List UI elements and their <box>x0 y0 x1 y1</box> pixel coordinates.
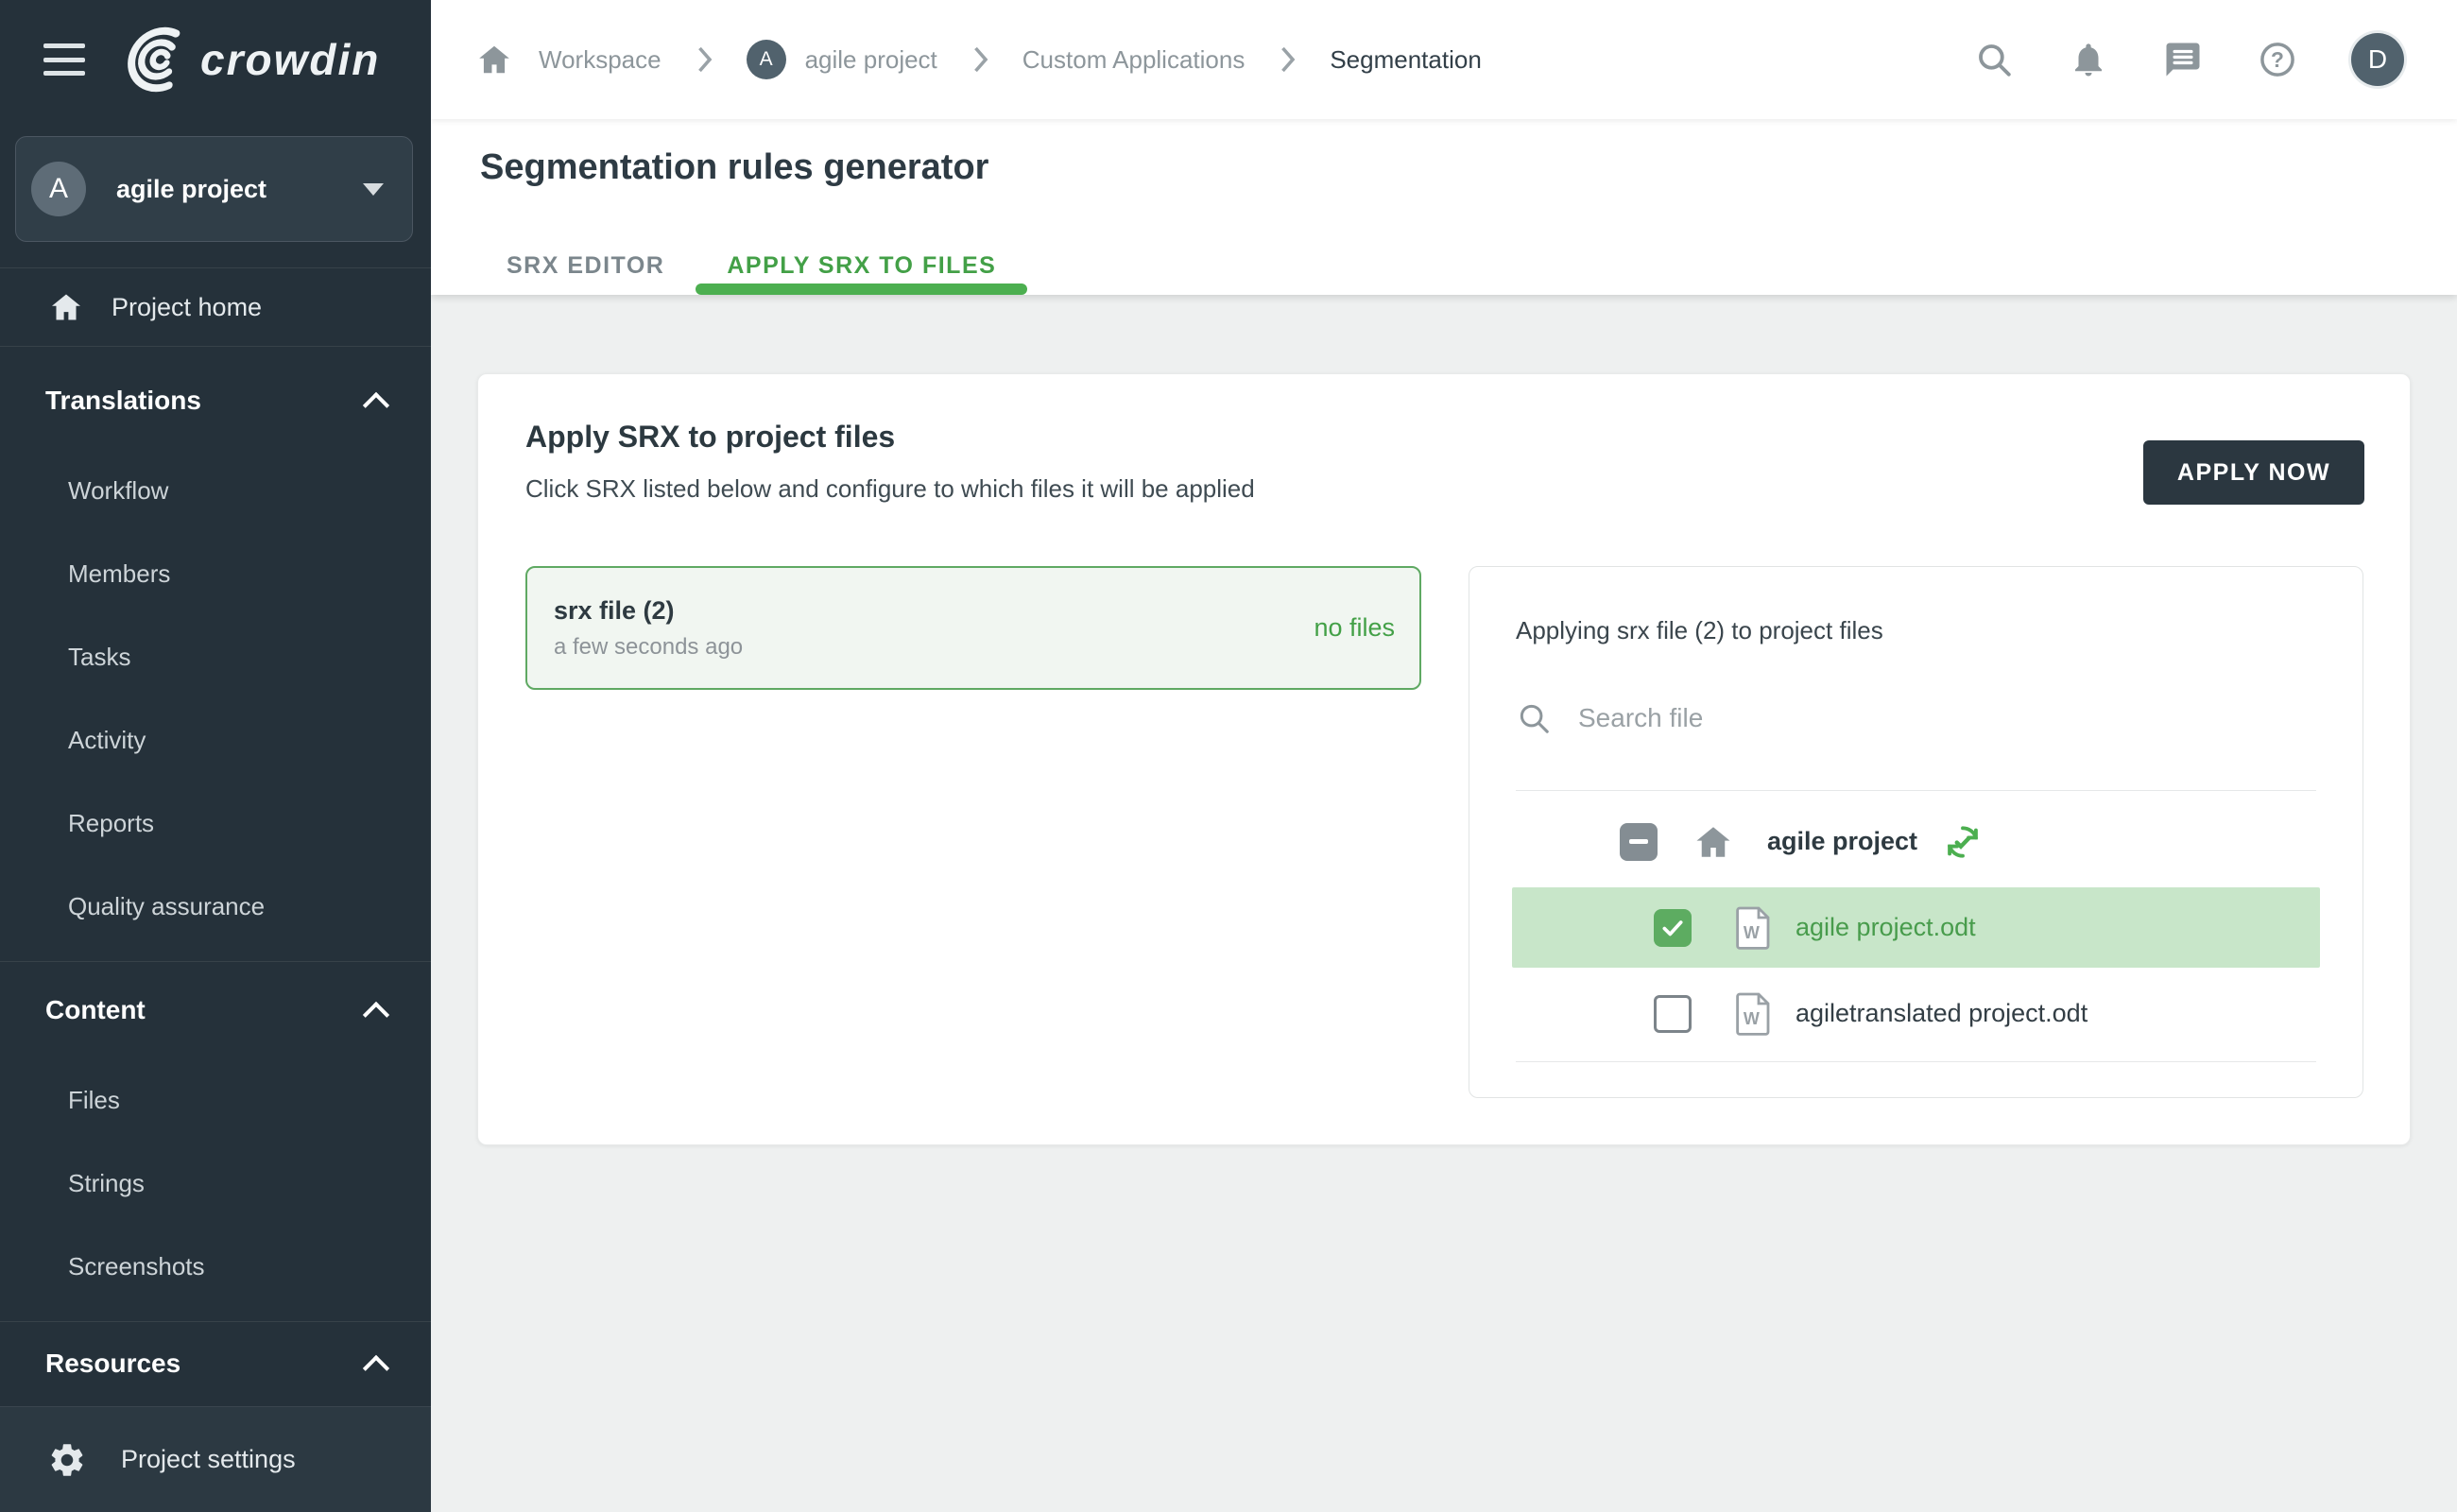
hamburger-menu-icon[interactable] <box>43 43 85 76</box>
section-header-content[interactable]: Content <box>0 981 431 1040</box>
sidebar-item-strings[interactable]: Strings <box>0 1142 431 1225</box>
chevron-up-icon <box>365 1351 389 1376</box>
home-icon[interactable] <box>476 42 512 77</box>
root-folder-name: agile project <box>1767 827 1917 856</box>
breadcrumb: Workspace A agile project Custom Applica… <box>476 40 1973 79</box>
panel-title: Applying srx file (2) to project files <box>1516 616 1883 645</box>
search-icon[interactable] <box>1973 39 2015 80</box>
topbar-actions: ? D <box>1973 33 2404 86</box>
chevron-right-icon <box>970 45 990 74</box>
tree-row-file-selected[interactable]: W agile project.odt <box>1512 887 2320 968</box>
chevron-right-icon <box>694 45 714 74</box>
tree-row-root[interactable]: agile project <box>1469 801 2362 882</box>
divider <box>1516 1061 2316 1062</box>
file-picker-panel: Applying srx file (2) to project files a… <box>1469 566 2363 1098</box>
checkbox-unchecked[interactable] <box>1654 995 1692 1033</box>
sidebar-item-activity[interactable]: Activity <box>0 698 431 782</box>
apply-srx-card: Apply SRX to project files Click SRX lis… <box>477 373 2411 1145</box>
content-area: Apply SRX to project files Click SRX lis… <box>431 295 2457 1512</box>
search-row <box>1516 688 2107 748</box>
sidebar-item-project-home[interactable]: Project home <box>0 267 431 347</box>
tab-srx-editor[interactable]: SRX EDITOR <box>475 236 696 295</box>
sidebar-section-translations: Translations Workflow Members Tasks Acti… <box>0 347 431 962</box>
topbar: Workspace A agile project Custom Applica… <box>431 0 2457 119</box>
home-icon <box>1693 822 1733 862</box>
srx-file-badge: no files <box>1314 613 1395 643</box>
file-name: agiletranslated project.odt <box>1796 999 2088 1028</box>
user-avatar[interactable]: D <box>2351 33 2404 86</box>
sidebar-item-files[interactable]: Files <box>0 1058 431 1142</box>
help-icon[interactable]: ? <box>2257 39 2298 80</box>
srx-file-timestamp: a few seconds ago <box>554 634 1314 661</box>
notifications-bell-icon[interactable] <box>2068 39 2109 80</box>
project-avatar: A <box>31 162 86 216</box>
project-selector[interactable]: A agile project <box>15 136 413 242</box>
sidebar-logo-row: crowdin <box>0 0 431 119</box>
section-header-translations[interactable]: Translations <box>0 371 431 430</box>
messages-icon[interactable] <box>2162 39 2204 80</box>
srx-file-info: srx file (2) a few seconds ago <box>527 596 1314 661</box>
sidebar-item-quality-assurance[interactable]: Quality assurance <box>0 865 431 948</box>
file-name: agile project.odt <box>1796 913 1976 942</box>
sidebar-section-resources: Resources <box>0 1322 431 1390</box>
file-tree: agile project <box>1469 801 2362 1059</box>
chevron-right-icon <box>1277 45 1297 74</box>
chevron-up-icon <box>365 388 389 413</box>
crowdin-swirl-icon <box>123 26 191 94</box>
sidebar-item-reports[interactable]: Reports <box>0 782 431 865</box>
svg-text:W: W <box>1744 923 1760 942</box>
tab-bar: SRX EDITOR APPLY SRX TO FILES <box>475 236 1027 295</box>
divider <box>1516 790 2316 791</box>
apply-now-button[interactable]: APPLY NOW <box>2143 440 2364 505</box>
section-title: Resources <box>45 1349 365 1379</box>
project-avatar: A <box>747 40 786 79</box>
sidebar-item-project-settings[interactable]: Project settings <box>0 1406 431 1512</box>
tree-row-file[interactable]: W agiletranslated project.odt <box>1512 973 2320 1054</box>
chevron-up-icon <box>365 998 389 1022</box>
srx-file-item[interactable]: srx file (2) a few seconds ago no files <box>525 566 1421 690</box>
card-subtitle: Click SRX listed below and configure to … <box>525 474 1255 504</box>
sidebar-item-label: Project home <box>112 293 262 322</box>
home-icon <box>49 290 83 324</box>
search-input[interactable] <box>1578 703 2107 733</box>
sidebar: crowdin A agile project Project home Tra… <box>0 0 431 1512</box>
sidebar-item-workflow[interactable]: Workflow <box>0 449 431 532</box>
breadcrumb-custom-applications[interactable]: Custom Applications <box>1022 45 1246 75</box>
sidebar-item-members[interactable]: Members <box>0 532 431 615</box>
breadcrumb-current: Segmentation <box>1330 45 1481 75</box>
search-icon <box>1516 700 1552 736</box>
crowdin-logo: crowdin <box>123 26 380 94</box>
svg-text:?: ? <box>2271 47 2284 72</box>
sidebar-item-tasks[interactable]: Tasks <box>0 615 431 698</box>
section-header-resources[interactable]: Resources <box>0 1337 431 1390</box>
page-header: Segmentation rules generator SRX EDITOR … <box>431 119 2457 295</box>
word-document-icon: W <box>1733 991 1773 1037</box>
svg-text:W: W <box>1744 1009 1760 1028</box>
sidebar-item-screenshots[interactable]: Screenshots <box>0 1225 431 1308</box>
project-selector-name: agile project <box>116 175 363 204</box>
chevron-down-icon <box>363 183 384 196</box>
gear-icon <box>47 1440 87 1480</box>
crowdin-logo-text: crowdin <box>200 34 380 85</box>
section-title: Translations <box>45 386 365 416</box>
tab-apply-srx-to-files[interactable]: APPLY SRX TO FILES <box>696 236 1027 295</box>
page-title: Segmentation rules generator <box>480 147 988 188</box>
word-document-icon: W <box>1733 905 1773 951</box>
checkbox-indeterminate[interactable] <box>1620 823 1658 861</box>
card-title: Apply SRX to project files <box>525 420 895 455</box>
sidebar-section-content: Content Files Strings Screenshots <box>0 962 431 1322</box>
section-title: Content <box>45 995 365 1025</box>
checkbox-checked[interactable] <box>1654 909 1692 947</box>
breadcrumb-project[interactable]: A agile project <box>747 40 937 79</box>
breadcrumb-workspace[interactable]: Workspace <box>539 45 662 75</box>
sidebar-item-label: Project settings <box>121 1445 296 1474</box>
sync-success-icon <box>1942 821 1984 863</box>
srx-file-name: srx file (2) <box>554 596 1314 626</box>
